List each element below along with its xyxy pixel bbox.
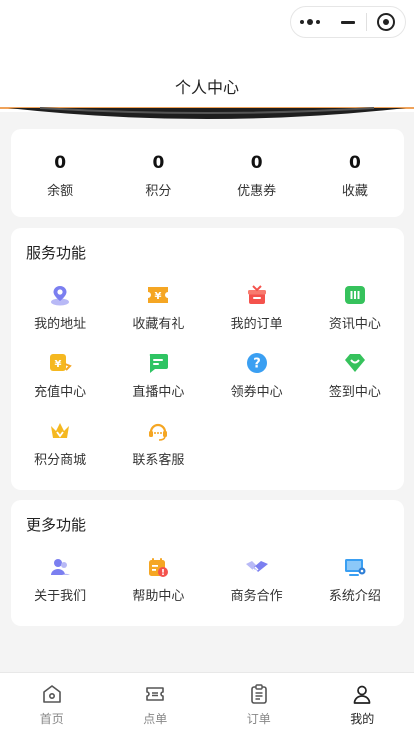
more-functions-grid: 关于我们 帮助中心 商务合作 系统介绍 (11, 555, 404, 623)
service-recharge-center[interactable]: ¥ 充值中心 (11, 351, 109, 419)
service-label: 签到中心 (328, 385, 381, 400)
tab-label: 点单 (143, 712, 168, 726)
service-points-mall[interactable]: 积分商城 (11, 419, 109, 487)
monitor-icon (343, 555, 367, 579)
service-my-orders[interactable]: 我的订单 (208, 283, 306, 351)
stat-label: 余额 (47, 184, 74, 199)
more-functions-card: 更多功能 关于我们 帮助中心 商务合作 系统介绍 (11, 500, 404, 626)
service-label: 联系客服 (132, 453, 185, 468)
stat-label: 优惠券 (237, 184, 277, 199)
mini-program-capsule (290, 6, 406, 38)
service-contact-support[interactable]: 联系客服 (109, 419, 207, 487)
more-about-us[interactable]: 关于我们 (11, 555, 109, 623)
nav-bar: 个人中心 (0, 0, 414, 112)
service-label: 收藏有礼 (132, 317, 185, 332)
stat-favorites[interactable]: 0 收藏 (306, 129, 404, 217)
page-title: 个人中心 (174, 78, 239, 97)
stat-label: 收藏 (341, 184, 368, 199)
recharge-icon: ¥ (48, 351, 72, 375)
service-label: 我的订单 (230, 317, 283, 332)
handshake-icon (245, 555, 269, 579)
stat-label: 积分 (145, 184, 172, 199)
more-system-intro[interactable]: 系统介绍 (306, 555, 404, 623)
headset-icon (146, 419, 170, 443)
minimize-icon (340, 20, 355, 24)
tab-label: 订单 (246, 712, 271, 726)
services-card: 服务功能 我的地址 ¥ 收藏有礼 我的订单 资讯中心 ¥ 充值中心 直播中心 ?… (11, 228, 404, 490)
service-label: 直播中心 (132, 385, 185, 400)
service-news-center[interactable]: 资讯中心 (306, 283, 404, 351)
account-stats-card: 0 余额 0 积分 0 优惠券 0 收藏 (11, 129, 404, 217)
team-icon (48, 555, 72, 579)
svg-text:¥: ¥ (55, 359, 62, 370)
tab-home[interactable]: 首页 (0, 673, 104, 736)
more-help-center[interactable]: 帮助中心 (109, 555, 207, 623)
tab-order-menu[interactable]: 点单 (104, 673, 208, 736)
service-label: 资讯中心 (328, 317, 381, 332)
calendar-alert-icon (146, 555, 170, 579)
more-label: 帮助中心 (132, 589, 185, 604)
service-collect-gift[interactable]: ¥ 收藏有礼 (109, 283, 207, 351)
help-icon: ? (245, 351, 269, 375)
user-icon (353, 685, 371, 704)
coupon-icon: ¥ (146, 283, 170, 307)
more-label: 商务合作 (230, 589, 283, 604)
news-icon (343, 283, 367, 307)
target-close-icon (377, 13, 396, 31)
more-label: 系统介绍 (328, 589, 381, 604)
clipboard-icon (250, 684, 267, 704)
crown-icon (48, 419, 72, 443)
services-title: 服务功能 (26, 244, 87, 262)
tab-orders[interactable]: 订单 (207, 673, 311, 736)
stat-coupons[interactable]: 0 优惠券 (208, 129, 306, 217)
services-grid: 我的地址 ¥ 收藏有礼 我的订单 资讯中心 ¥ 充值中心 直播中心 ? 领券中心… (11, 283, 404, 487)
close-program-button[interactable] (367, 7, 405, 37)
service-label: 积分商城 (34, 453, 87, 468)
stat-balance[interactable]: 0 余额 (11, 129, 109, 217)
more-functions-title: 更多功能 (26, 516, 87, 534)
service-label: 领券中心 (230, 385, 283, 400)
svg-text:¥: ¥ (155, 291, 162, 302)
gift-icon (245, 283, 269, 307)
header-curve-decoration (0, 107, 414, 119)
more-dots-icon (299, 19, 320, 25)
more-label: 关于我们 (34, 589, 87, 604)
home-icon (42, 685, 61, 703)
service-checkin-center[interactable]: 签到中心 (306, 351, 404, 419)
stat-value: 0 (250, 153, 263, 173)
service-label: 充值中心 (34, 385, 87, 400)
more-options-button[interactable] (291, 7, 329, 37)
checkin-icon (343, 351, 367, 375)
bottom-tab-bar: 首页 点单 订单 我的 (0, 672, 414, 736)
location-icon (48, 283, 72, 307)
tab-label: 首页 (39, 712, 64, 726)
tab-label: 我的 (350, 712, 375, 726)
stat-points[interactable]: 0 积分 (109, 129, 207, 217)
ticket-icon (146, 687, 165, 701)
svg-text:?: ? (253, 357, 261, 372)
more-business-cooperation[interactable]: 商务合作 (208, 555, 306, 623)
minimize-button[interactable] (329, 7, 367, 37)
stat-value: 0 (54, 153, 67, 173)
stat-value: 0 (348, 153, 361, 173)
service-my-address[interactable]: 我的地址 (11, 283, 109, 351)
service-coupon-center[interactable]: ? 领券中心 (208, 351, 306, 419)
chat-icon (146, 351, 170, 375)
service-live-center[interactable]: 直播中心 (109, 351, 207, 419)
stat-value: 0 (152, 153, 165, 173)
service-label: 我的地址 (34, 317, 87, 332)
tab-mine[interactable]: 我的 (311, 673, 414, 736)
